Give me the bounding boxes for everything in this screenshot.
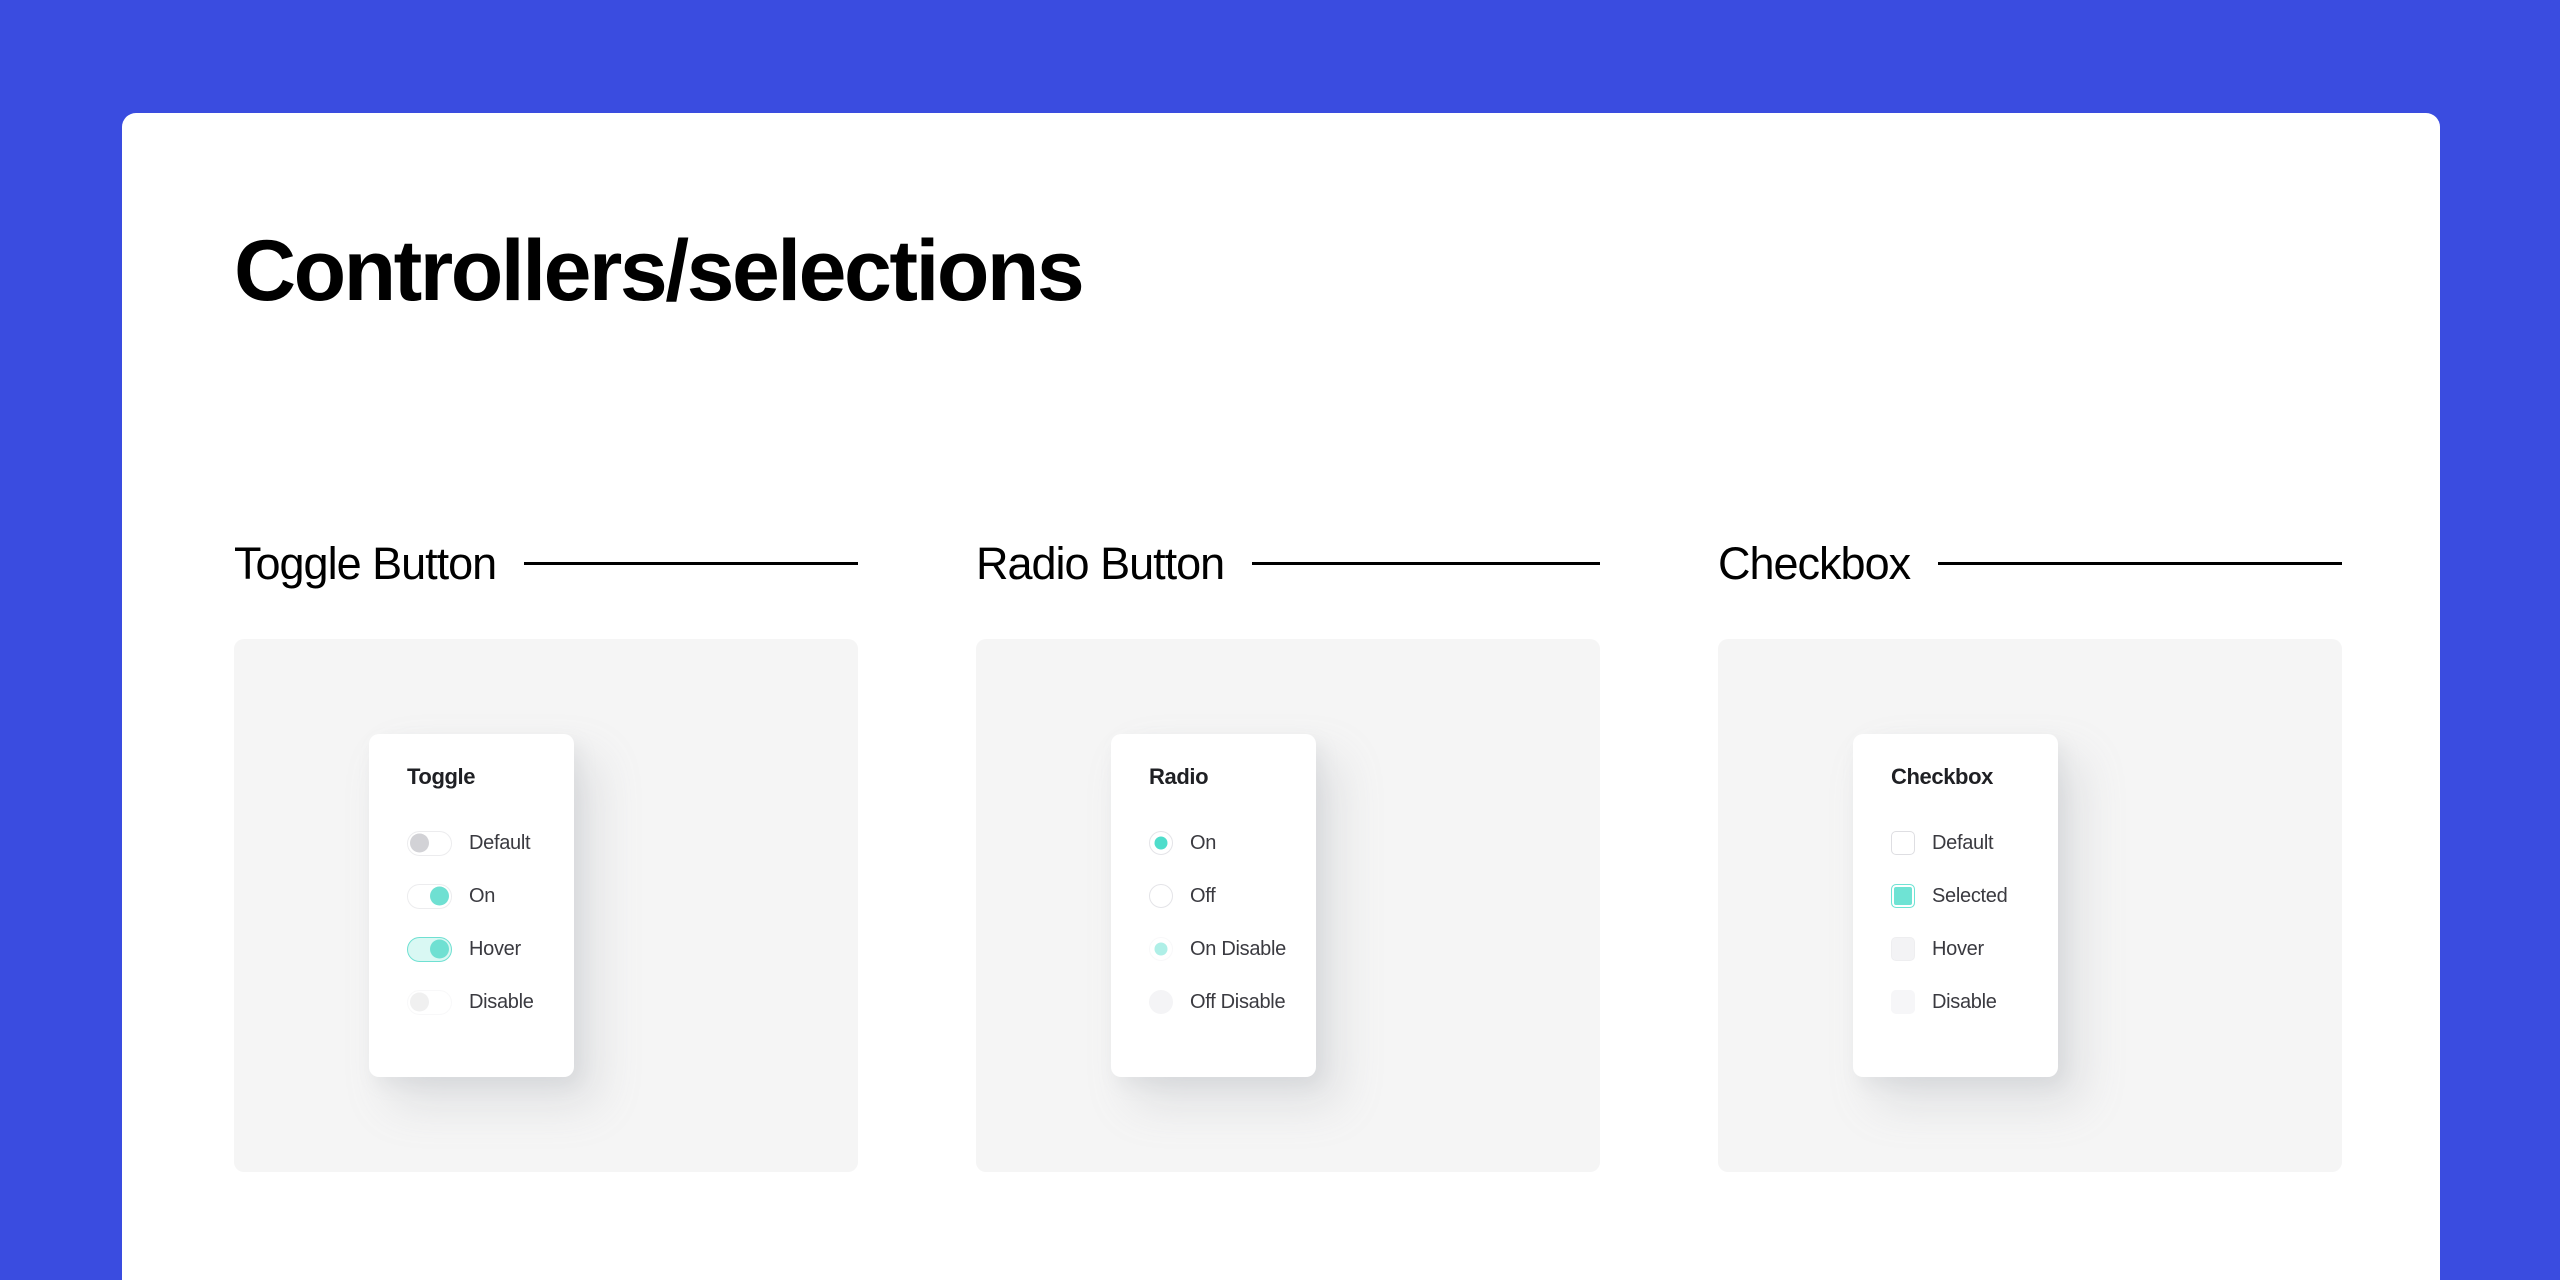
card-checkbox: Checkbox Default Selected Hover Disable: [1853, 734, 2058, 1077]
toggle-knob: [430, 886, 449, 906]
radio-dot: [1154, 836, 1168, 850]
option-row-toggle-disable: Disable: [407, 987, 574, 1017]
option-label: Hover: [469, 938, 521, 960]
section-header-toggle-button: Toggle Button: [234, 533, 858, 593]
radio-button-on-disable-icon: [1149, 937, 1173, 961]
content-sheet: Controllers/selections Toggle Button Tog…: [122, 113, 2440, 1280]
option-label: Off Disable: [1190, 991, 1286, 1013]
option-label: Disable: [469, 991, 534, 1013]
stage-toggle-button: Toggle Default On Hover Disable: [234, 639, 858, 1172]
toggle-knob: [410, 992, 429, 1012]
stage-checkbox: Checkbox Default Selected Hover Disable: [1718, 639, 2342, 1172]
option-label: On Disable: [1190, 938, 1286, 960]
option-row-radio-on-disable: On Disable: [1149, 934, 1316, 964]
radio-dot: [1155, 996, 1168, 1009]
radio-dot: [1155, 890, 1168, 903]
card-radio: Radio On Off On Disable Off Disable: [1111, 734, 1316, 1077]
option-label: Default: [469, 832, 531, 854]
option-label: Off: [1190, 885, 1216, 907]
checkbox-option-list: Default Selected Hover Disable: [1891, 828, 2058, 1017]
radio-button-off-disable-icon: [1149, 990, 1173, 1014]
option-row-checkbox-disable: Disable: [1891, 987, 2058, 1017]
radio-option-list: On Off On Disable Off Disable: [1149, 828, 1316, 1017]
checkbox-selected-icon[interactable]: [1891, 884, 1915, 908]
option-row-checkbox-default[interactable]: Default: [1891, 828, 2058, 858]
section-title-checkbox: Checkbox: [1718, 537, 1911, 589]
section-rule: [1252, 561, 1600, 565]
option-row-toggle-hover[interactable]: Hover: [407, 934, 574, 964]
radio-dot: [1154, 942, 1168, 956]
card-toggle: Toggle Default On Hover Disable: [369, 734, 574, 1077]
option-label: Selected: [1932, 885, 2008, 907]
option-label: On: [469, 885, 496, 907]
toggle-switch-on-icon[interactable]: [407, 883, 452, 909]
option-row-radio-off[interactable]: Off: [1149, 881, 1316, 911]
option-label: Default: [1932, 832, 1994, 854]
section-rule: [1938, 561, 2342, 565]
option-label: Disable: [1932, 991, 1997, 1013]
option-row-radio-on[interactable]: On: [1149, 828, 1316, 858]
checkbox-disable-icon: [1891, 990, 1915, 1014]
section-title-radio-button: Radio Button: [976, 537, 1225, 589]
toggle-knob: [430, 939, 449, 959]
card-title-checkbox: Checkbox: [1891, 764, 1993, 789]
checkbox-hover-icon[interactable]: [1891, 937, 1915, 961]
card-title-radio: Radio: [1149, 764, 1209, 789]
toggle-switch-default-icon[interactable]: [407, 830, 452, 856]
option-row-toggle-default[interactable]: Default: [407, 828, 574, 858]
option-row-checkbox-selected[interactable]: Selected: [1891, 881, 2058, 911]
toggle-option-list: Default On Hover Disable: [407, 828, 574, 1017]
toggle-switch-hover-icon[interactable]: [407, 936, 452, 962]
section-toggle-button: Toggle Button Toggle Default On Hover Di…: [234, 533, 858, 1172]
section-header-checkbox: Checkbox: [1718, 533, 2342, 593]
section-title-toggle-button: Toggle Button: [234, 537, 497, 589]
stage-radio-button: Radio On Off On Disable Off Disable: [976, 639, 1600, 1172]
section-header-radio-button: Radio Button: [976, 533, 1600, 593]
sections-row: Toggle Button Toggle Default On Hover Di…: [234, 533, 2440, 1172]
page-title: Controllers/selections: [234, 223, 1085, 319]
card-title-toggle: Toggle: [407, 764, 476, 789]
option-row-checkbox-hover[interactable]: Hover: [1891, 934, 2058, 964]
section-checkbox: Checkbox Checkbox Default Selected Hover…: [1718, 533, 2342, 1172]
radio-button-off-icon[interactable]: [1149, 884, 1173, 908]
toggle-switch-disable-icon: [407, 989, 452, 1015]
toggle-knob: [410, 833, 429, 853]
option-label: Hover: [1932, 938, 1984, 960]
radio-button-on-icon[interactable]: [1149, 831, 1173, 855]
option-row-radio-off-disable: Off Disable: [1149, 987, 1316, 1017]
checkbox-default-icon[interactable]: [1891, 831, 1915, 855]
option-label: On: [1190, 832, 1217, 854]
section-rule: [524, 561, 858, 565]
option-row-toggle-on[interactable]: On: [407, 881, 574, 911]
section-radio-button: Radio Button Radio On Off On Disable Off…: [976, 533, 1600, 1172]
